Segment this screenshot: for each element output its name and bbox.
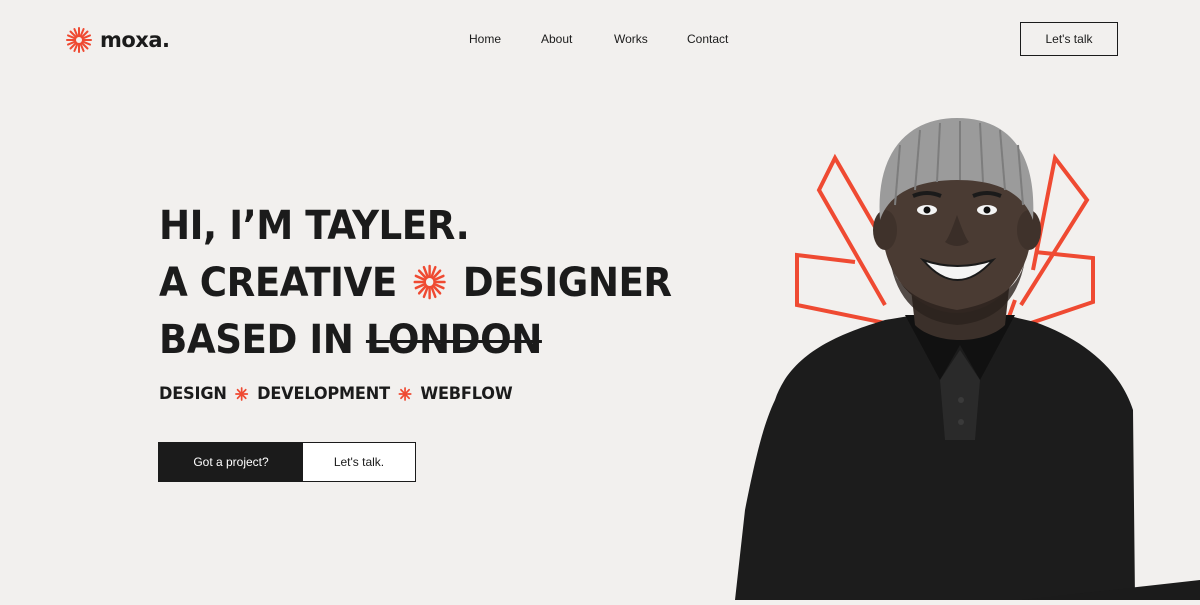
- top-navigation: moxa. Home About Works Contact Let's tal…: [0, 0, 1200, 80]
- service-webflow: WEBFLOW: [420, 384, 513, 404]
- nav-link-home[interactable]: Home: [469, 32, 541, 46]
- service-development: DEVELOPMENT: [257, 384, 390, 404]
- headline-london-struck: LONDON: [365, 317, 542, 363]
- lets-talk-secondary-button[interactable]: Let's talk.: [303, 443, 415, 481]
- asterisk-icon: [235, 387, 249, 401]
- services-list: DESIGN DEVELOPMENT WEBFLOW: [159, 384, 513, 404]
- nav-link-contact[interactable]: Contact: [687, 32, 747, 46]
- nav-link-works[interactable]: Works: [614, 32, 687, 46]
- hero-headline: HI, I’M TAYLER. A CREATIVE DESIGNER BASE…: [159, 198, 672, 369]
- hero-button-group: Got a project? Let's talk.: [158, 442, 416, 482]
- portrait-photo: [735, 110, 1200, 600]
- headline-line-1: HI, I’M TAYLER.: [159, 203, 470, 249]
- service-design: DESIGN: [159, 384, 227, 404]
- asterisk-icon: [398, 387, 412, 401]
- corner-shape: [1020, 580, 1200, 600]
- brand-logo[interactable]: moxa.: [66, 24, 170, 56]
- lets-talk-button[interactable]: Let's talk: [1020, 22, 1118, 56]
- headline-line-2: A CREATIVE DESIGNER: [159, 255, 672, 312]
- headline-based-in: BASED IN: [159, 317, 354, 363]
- brand-name: moxa.: [100, 28, 170, 52]
- sunburst-icon: [66, 27, 92, 53]
- nav-link-about[interactable]: About: [541, 32, 614, 46]
- got-a-project-button[interactable]: Got a project?: [159, 443, 303, 481]
- main-menu: Home About Works Contact: [469, 32, 747, 46]
- headline-line-3: BASED IN LONDON: [159, 312, 672, 369]
- portrait-illustration: [735, 118, 1135, 600]
- headline-designer: DESIGNER: [462, 260, 672, 306]
- headline-creative: A CREATIVE: [159, 260, 397, 306]
- sunburst-icon: [413, 264, 446, 300]
